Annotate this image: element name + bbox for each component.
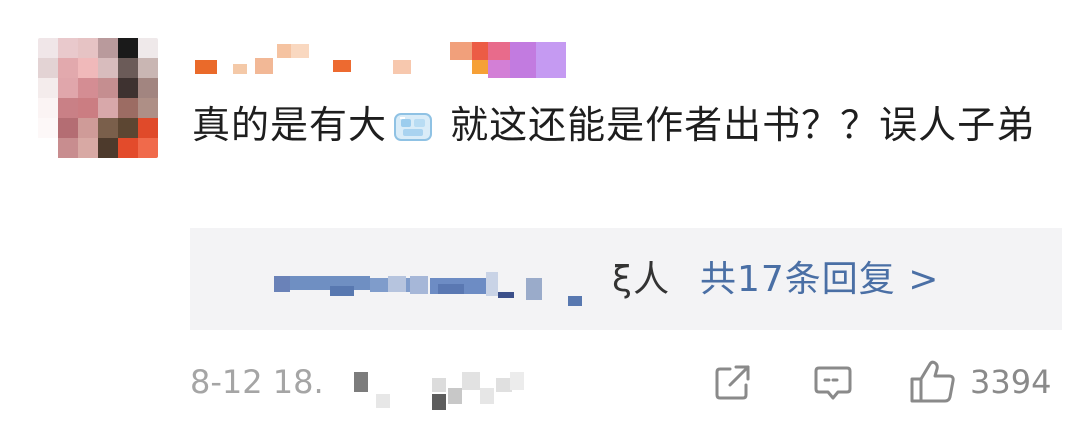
view-replies-link[interactable]: 共17条回复 > [700, 258, 939, 302]
ice-cube-icon [393, 101, 433, 141]
username-mosaic[interactable] [195, 40, 575, 80]
comment-timestamp: 8-12 18. [190, 363, 324, 401]
comment-text-part-2: 就这还能是作者出书？？误人子弟 [437, 103, 1036, 147]
comment-button[interactable] [812, 358, 854, 406]
comment-text-part-1: 真的是有大 [192, 103, 388, 147]
thumbs-up-icon [908, 359, 958, 405]
comment-text: 真的是有大 就这还能是作者出书？？误人子弟 [192, 95, 1052, 155]
like-count: 3394 [970, 363, 1052, 401]
avatar[interactable] [38, 38, 158, 158]
reply-author-mosaic [270, 270, 610, 310]
share-button[interactable] [712, 358, 754, 406]
share-icon [712, 361, 754, 403]
location-mosaic [350, 368, 530, 414]
reply-preview-tail: ξ人 [612, 259, 671, 300]
like-button[interactable]: 3394 [908, 358, 1051, 406]
avatar-mosaic [38, 38, 158, 158]
comment-icon [812, 361, 854, 403]
